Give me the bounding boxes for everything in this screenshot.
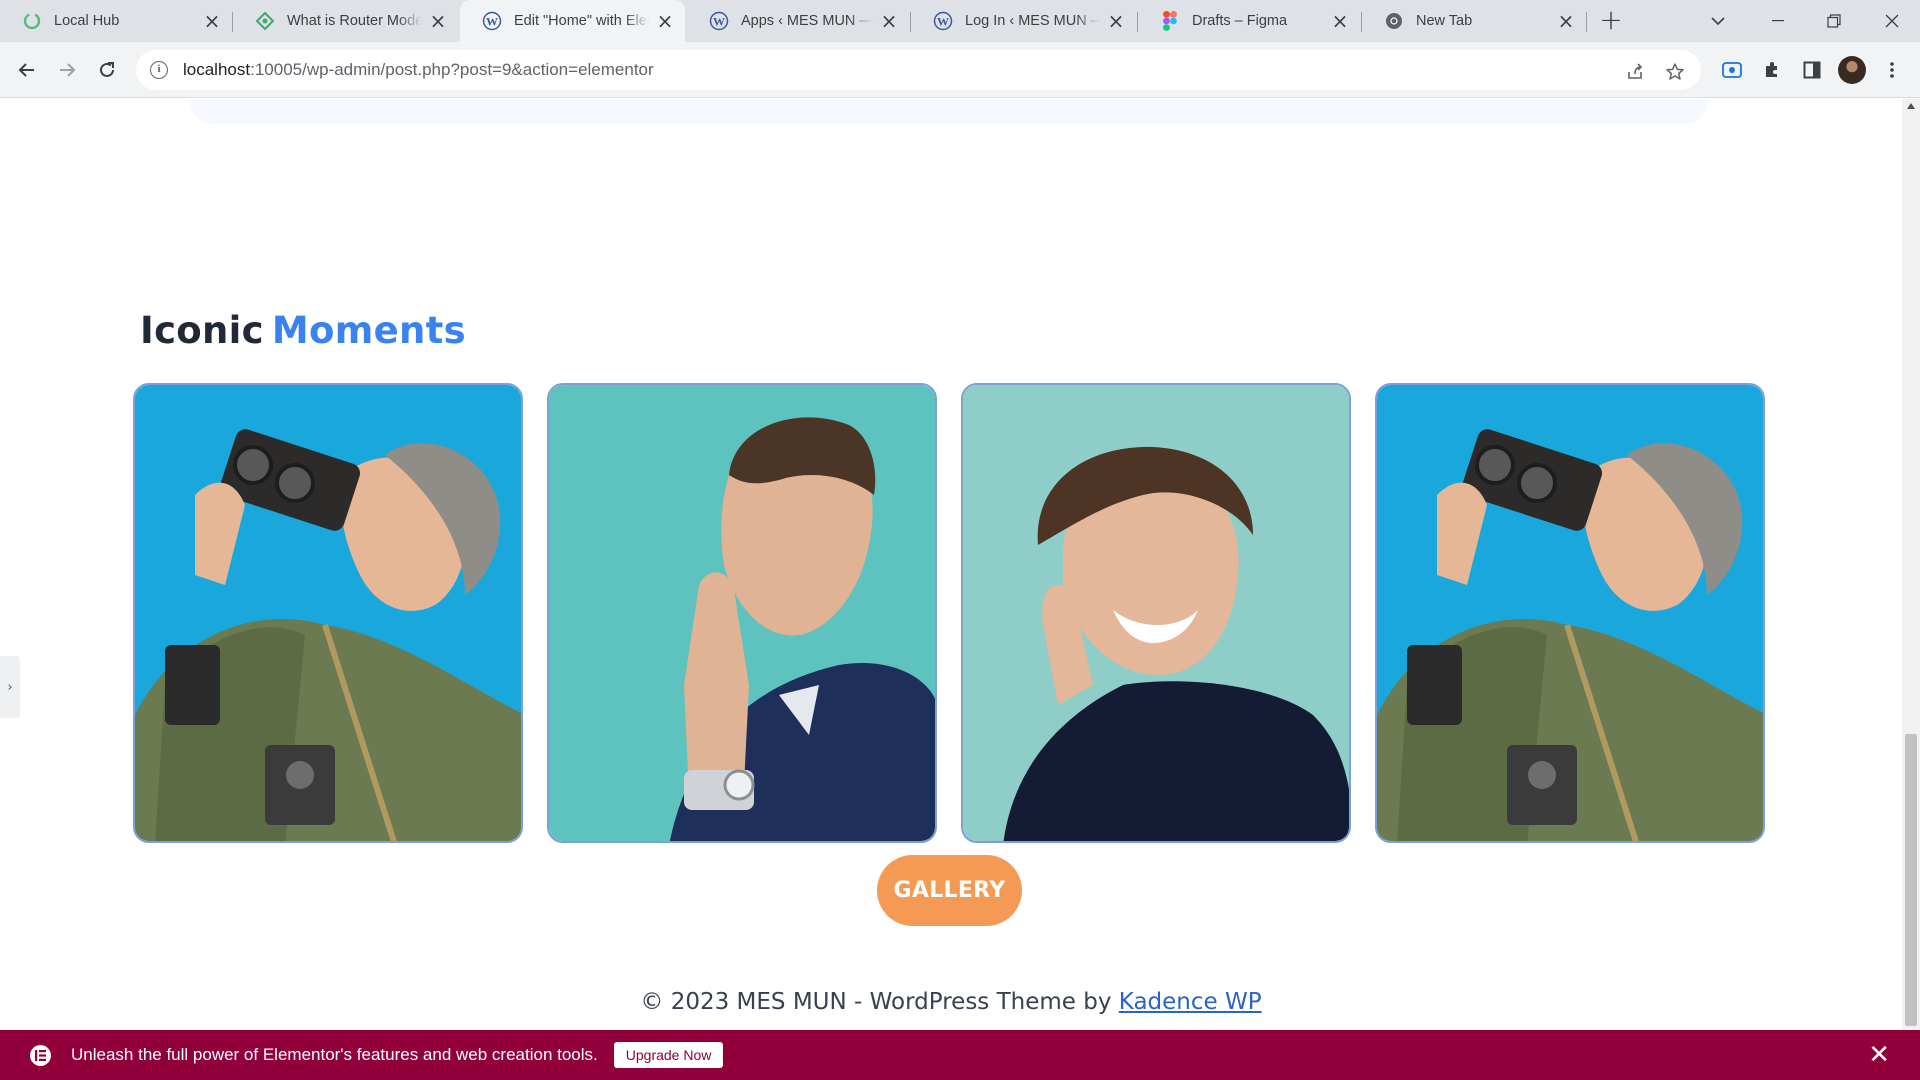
gallery-photo (963, 385, 1349, 841)
tab-title: Log In ‹ MES MUN — WordPress (965, 13, 1100, 29)
back-icon[interactable] (11, 54, 43, 86)
svg-text:W: W (937, 15, 949, 29)
kebab-menu-icon[interactable] (1876, 54, 1908, 86)
tab-edit-home-elementor[interactable]: W Edit "Home" with Elementor × (460, 0, 685, 42)
svg-text:W: W (713, 15, 725, 29)
previous-section-card (190, 99, 1708, 124)
tab-divider (1586, 12, 1587, 32)
local-hub-icon (22, 11, 42, 31)
share-icon[interactable] (1621, 58, 1649, 86)
site-info-icon[interactable]: i (150, 61, 168, 79)
router-icon (255, 11, 275, 31)
section-title-accent: Moments (271, 309, 466, 352)
gallery-card[interactable] (547, 383, 937, 843)
tab-title: What is Router Mode (287, 13, 422, 29)
extensions-puzzle-icon[interactable] (1756, 54, 1788, 86)
wordpress-icon: W (709, 11, 729, 31)
profile-avatar[interactable] (1838, 56, 1866, 84)
chrome-icon (1384, 11, 1404, 31)
gallery-card[interactable] (133, 383, 523, 843)
tab-log-in-mes-mun[interactable]: W Log In ‹ MES MUN — WordPress × (911, 0, 1136, 42)
gallery-button[interactable]: GALLERY (877, 855, 1022, 926)
minimize-icon[interactable] (1750, 0, 1806, 42)
close-icon[interactable]: × (1556, 11, 1576, 31)
promo-message: Unleash the full power of Elementor's fe… (71, 1045, 598, 1064)
close-icon[interactable]: × (1106, 11, 1126, 31)
elementor-panel-toggle[interactable]: › (0, 656, 20, 718)
gallery-photo (135, 385, 521, 841)
wordpress-icon: W (933, 11, 953, 31)
tab-title: Local Hub (54, 13, 120, 29)
svg-text:W: W (486, 15, 498, 29)
tab-title: Apps ‹ MES MUN — WordPress (741, 13, 873, 29)
footer-link-kadence[interactable]: Kadence WP (1119, 989, 1262, 1015)
tab-router-mode[interactable]: What is Router Mode × (233, 0, 458, 42)
tab-apps-mes-mun[interactable]: W Apps ‹ MES MUN — WordPress × (687, 0, 909, 42)
restore-icon[interactable] (1806, 0, 1862, 42)
close-icon[interactable]: × (202, 11, 222, 31)
browser-toolbar: i localhost:10005/wp-admin/post.php?post… (0, 42, 1920, 98)
side-panel-icon[interactable] (1796, 54, 1828, 86)
tab-title: Edit "Home" with Elementor (514, 13, 649, 29)
scroll-up-icon[interactable] (1907, 103, 1915, 109)
new-tab-button[interactable]: + (1596, 6, 1626, 36)
address-bar[interactable]: i localhost:10005/wp-admin/post.php?post… (136, 50, 1701, 90)
bookmark-star-icon[interactable] (1661, 58, 1689, 86)
gallery-photo (549, 385, 935, 841)
section-title: Iconic Moments (140, 309, 466, 352)
tab-title: Drafts – Figma (1192, 13, 1288, 29)
elementor-logo-icon (30, 1044, 51, 1066)
forward-icon[interactable] (51, 54, 83, 86)
close-window-icon[interactable] (1864, 0, 1920, 42)
site-footer: © 2023 MES MUN - WordPress Theme by Kade… (0, 989, 1902, 1015)
tab-strip: Local Hub × What is Router Mode × W Edit… (0, 0, 1920, 42)
tab-local-hub[interactable]: Local Hub × (0, 0, 232, 42)
close-icon[interactable]: × (428, 11, 448, 31)
close-icon[interactable]: × (879, 11, 899, 31)
page-viewport: Iconic Moments GALLERY © 2023 MES MUN - … (0, 99, 1902, 1030)
tab-new-tab[interactable]: New Tab × (1362, 0, 1586, 42)
gallery-card[interactable] (1375, 383, 1765, 843)
tab-title: New Tab (1416, 13, 1473, 29)
url-text[interactable]: localhost:10005/wp-admin/post.php?post=9… (183, 60, 654, 80)
upgrade-now-button[interactable]: Upgrade Now (613, 1042, 724, 1068)
gallery-photo (1377, 385, 1763, 841)
figma-icon (1160, 11, 1180, 31)
close-icon[interactable]: ✕ (1868, 1042, 1890, 1068)
tab-figma-drafts[interactable]: Drafts – Figma × (1138, 0, 1360, 42)
elementor-promo-banner: Unleash the full power of Elementor's fe… (0, 1030, 1920, 1080)
reload-icon[interactable] (91, 54, 123, 86)
page-scrollbar[interactable] (1902, 99, 1920, 1030)
wordpress-icon: W (482, 11, 502, 31)
screen-capture-extension-icon[interactable] (1716, 54, 1748, 86)
tab-search-icon[interactable] (1690, 0, 1746, 42)
close-icon[interactable]: × (1330, 11, 1350, 31)
scrollbar-thumb[interactable] (1905, 734, 1917, 1026)
gallery-card[interactable] (961, 383, 1351, 843)
footer-copyright: © 2023 MES MUN - WordPress Theme by (640, 989, 1112, 1015)
close-icon[interactable]: × (655, 11, 675, 31)
